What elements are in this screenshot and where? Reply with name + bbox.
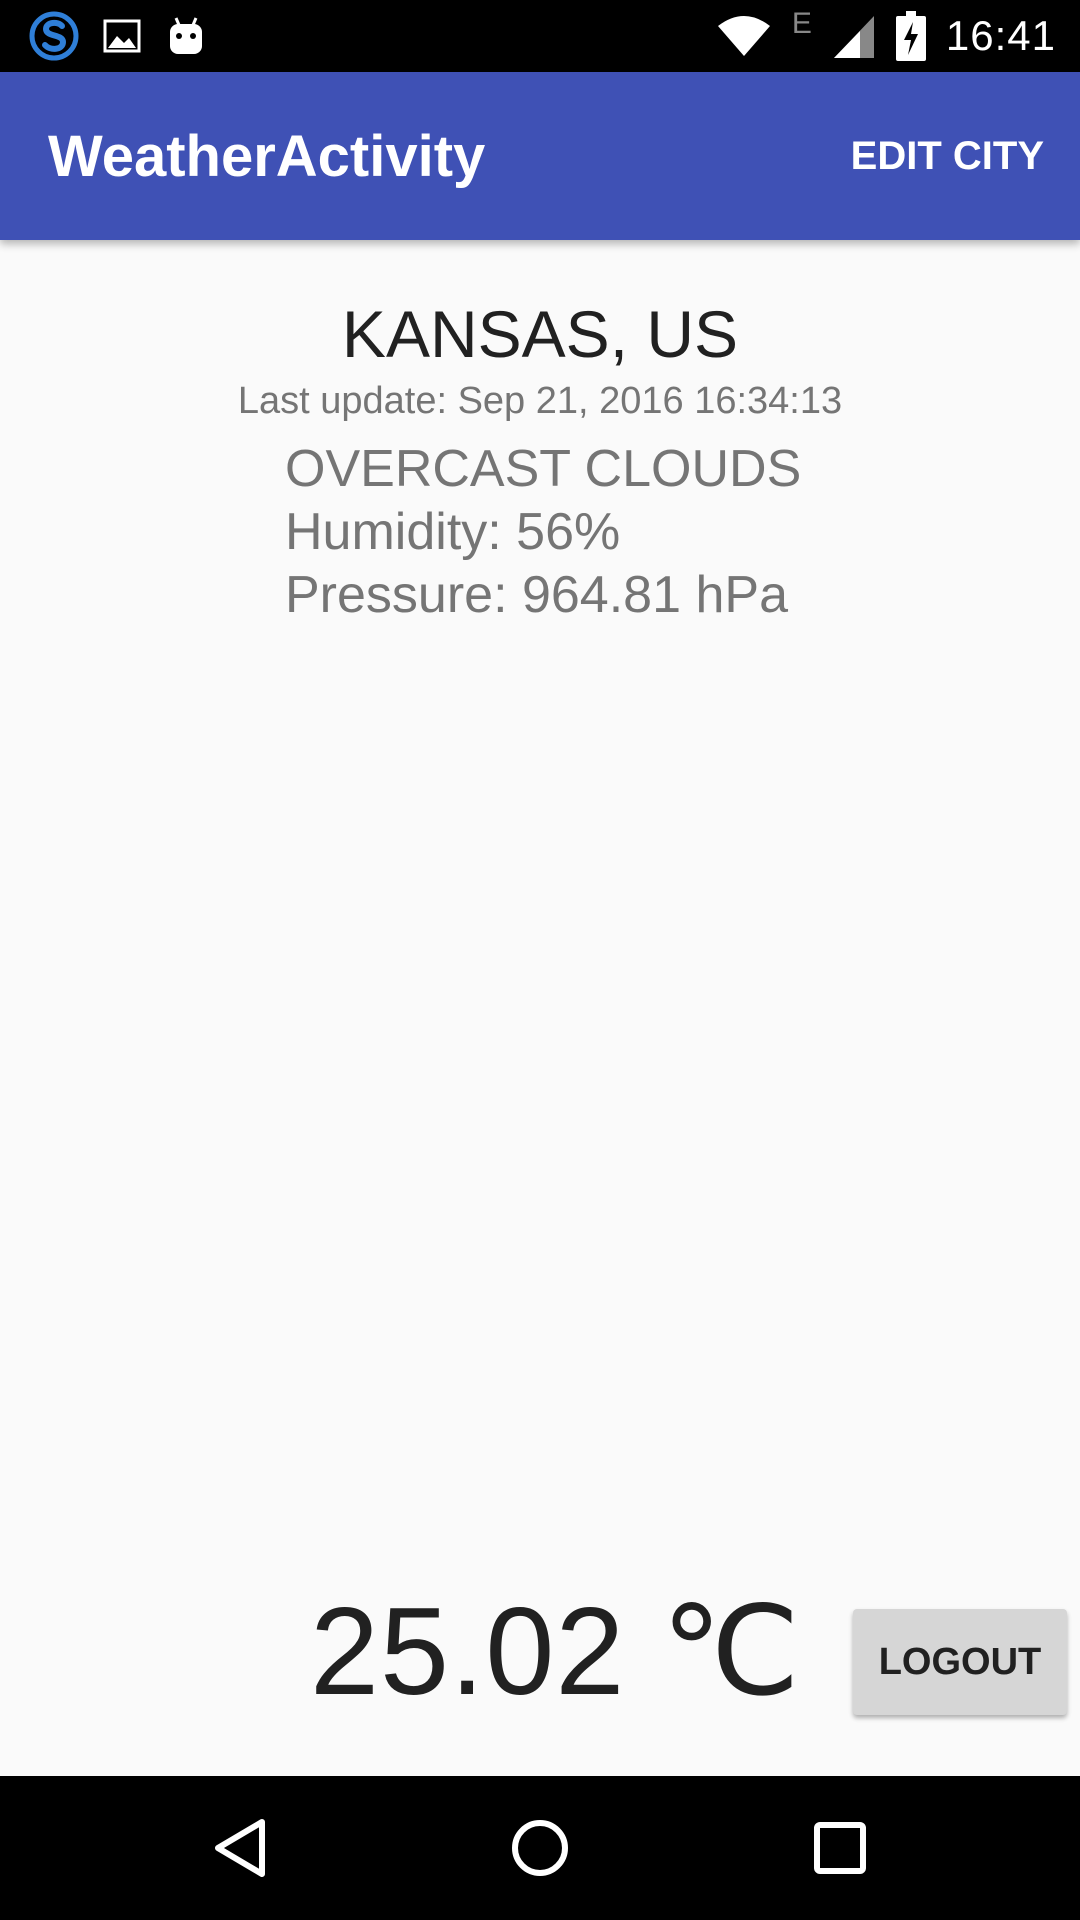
weather-description: OVERCAST CLOUDS — [285, 440, 802, 498]
app-title: WeatherActivity — [48, 123, 486, 189]
city-name: KANSAS, US — [341, 297, 739, 371]
status-bar: E 16:41 — [0, 0, 1080, 72]
image-icon — [102, 16, 142, 56]
back-button[interactable] — [160, 1776, 320, 1920]
humidity-text: Humidity: 56% — [285, 503, 621, 561]
skype-icon — [28, 10, 80, 62]
recents-icon — [813, 1821, 867, 1875]
logout-button[interactable]: LOGOUT — [853, 1609, 1067, 1715]
temperature-value: 25.02 ℃ — [310, 1583, 802, 1721]
pressure-text: Pressure: 964.81 hPa — [285, 566, 788, 624]
last-update-text: Last update: Sep 21, 2016 16:34:13 — [237, 380, 843, 422]
android-icon — [164, 14, 208, 58]
home-button[interactable] — [460, 1776, 620, 1920]
cell-signal-icon — [832, 12, 876, 60]
network-type-label: E — [791, 7, 812, 40]
battery-charging-icon — [895, 11, 926, 61]
wifi-icon — [716, 14, 772, 58]
recents-button[interactable] — [760, 1776, 920, 1920]
edit-city-button[interactable]: EDIT CITY — [851, 72, 1044, 240]
back-icon — [212, 1818, 268, 1878]
status-time: 16:41 — [945, 12, 1056, 59]
navigation-bar — [0, 1776, 1080, 1920]
home-icon — [510, 1818, 570, 1878]
app-bar: WeatherActivity EDIT CITY — [0, 72, 1080, 240]
weather-details: OVERCAST CLOUDS Humidity: 56% Pressure: … — [285, 438, 801, 627]
